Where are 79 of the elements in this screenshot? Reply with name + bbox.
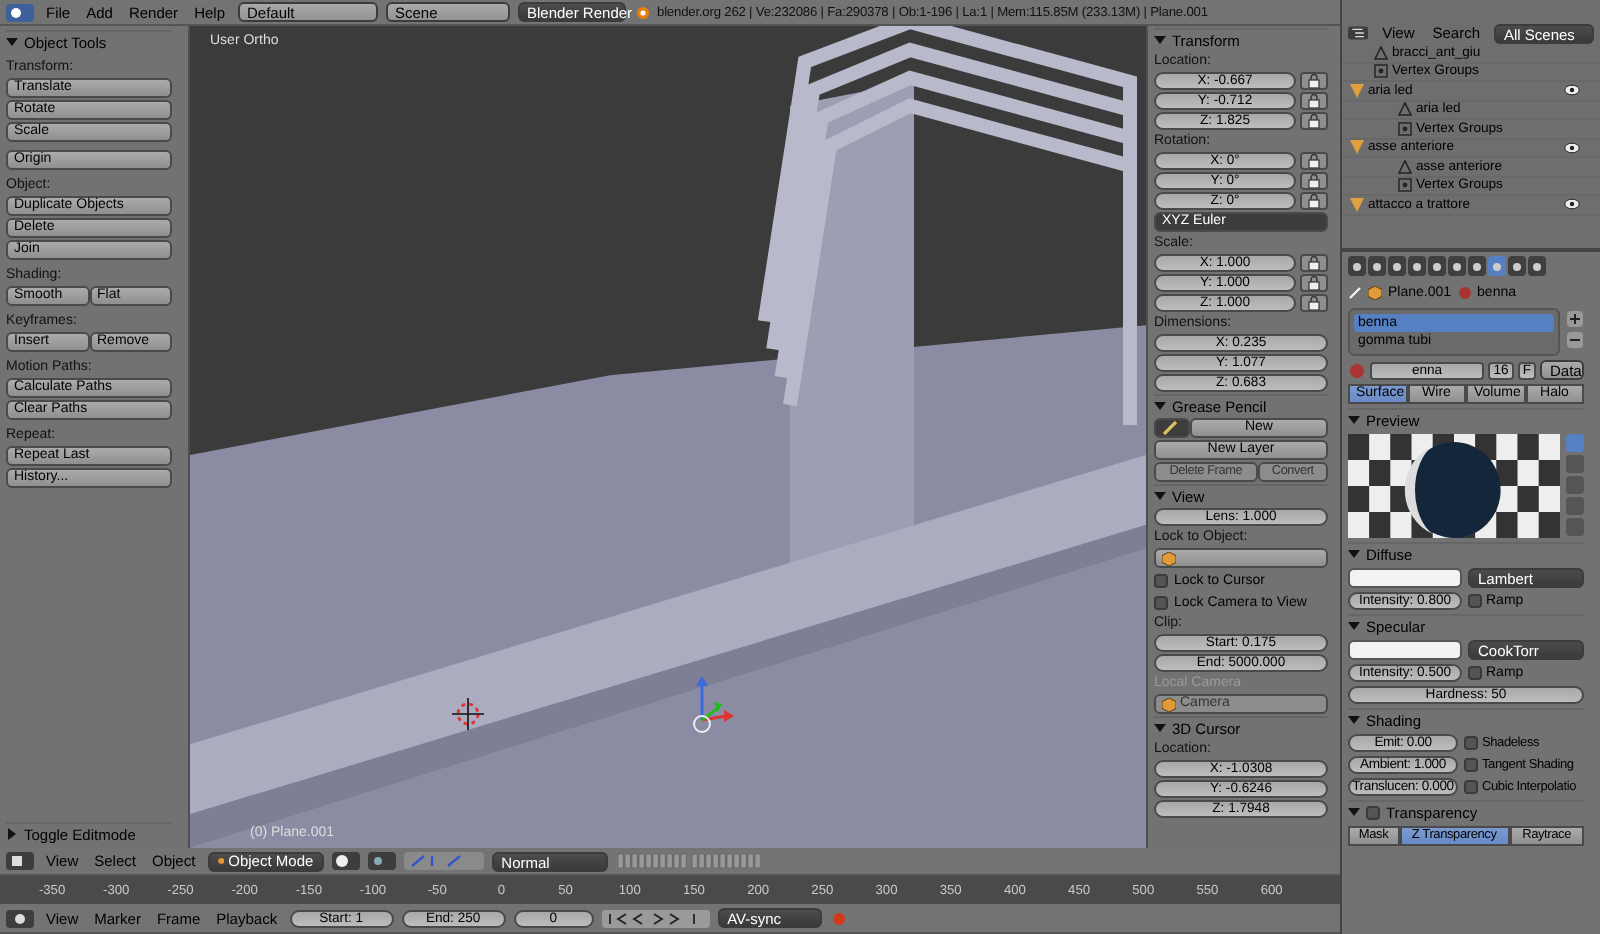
lock-button[interactable] [1300, 92, 1328, 110]
properties-tab-icon[interactable] [1468, 256, 1486, 276]
checkbox[interactable] [1366, 805, 1380, 819]
properties-tab-icon[interactable] [1448, 256, 1466, 276]
expand-triangle-icon [6, 828, 18, 840]
editor-type-icon[interactable] [1348, 24, 1369, 42]
expand-triangle-icon [1154, 490, 1166, 502]
properties-tab-icon[interactable] [1348, 256, 1366, 276]
checkbox[interactable] [1468, 594, 1482, 608]
properties-tab-icon[interactable] [1368, 256, 1386, 276]
lock-icon [1308, 256, 1320, 270]
lock-button[interactable] [1300, 112, 1328, 130]
lock-button[interactable] [1300, 274, 1328, 292]
cube-icon [217, 854, 225, 868]
properties-tab-icon[interactable] [1528, 256, 1546, 276]
lock-icon [1308, 94, 1320, 108]
checkbox[interactable] [1154, 595, 1168, 609]
checkbox[interactable] [1468, 666, 1482, 680]
mesh-icon [1398, 159, 1412, 174]
eye-icon[interactable] [1564, 141, 1580, 154]
eye-icon[interactable] [1564, 198, 1580, 211]
cube-icon [1162, 697, 1176, 711]
properties-tab-icon[interactable] [1508, 256, 1526, 276]
object-icon [1350, 140, 1364, 155]
viewport-shading-icon[interactable] [331, 852, 360, 870]
checkbox[interactable] [1464, 780, 1478, 794]
lock-button[interactable] [1300, 152, 1328, 170]
properties-tab-icon[interactable] [1408, 256, 1426, 276]
expand-triangle-icon [1348, 548, 1360, 560]
material-icon [1348, 361, 1366, 379]
expand-triangle-icon [1154, 722, 1166, 734]
mesh-icon [1398, 102, 1412, 117]
object-icon [1350, 83, 1364, 98]
properties-tab-icon[interactable] [1488, 256, 1506, 276]
transform-axes-icon [690, 676, 734, 736]
vertex-groups-icon [1374, 64, 1388, 79]
add-remove-icon[interactable] [1566, 310, 1584, 354]
lock-icon [1308, 154, 1320, 168]
editor-type-icon[interactable] [6, 852, 34, 870]
color-swatch[interactable] [1348, 640, 1462, 660]
lock-button[interactable] [1300, 254, 1328, 272]
lock-icon [1308, 74, 1320, 88]
lock-button[interactable] [1300, 294, 1328, 312]
properties-tab-icon[interactable] [1388, 256, 1406, 276]
lock-icon [1308, 276, 1320, 290]
expand-triangle-icon [1154, 34, 1166, 46]
pencil-button[interactable] [1154, 418, 1190, 438]
color-swatch[interactable] [1348, 568, 1462, 588]
lock-button[interactable] [1300, 172, 1328, 190]
pencil-icon [1162, 420, 1178, 436]
vertex-groups-icon [1398, 121, 1412, 136]
expand-triangle-icon [1348, 806, 1360, 818]
3d-cursor-icon [452, 698, 484, 730]
cube-icon [1162, 551, 1176, 565]
cube-icon [1368, 286, 1382, 300]
lock-icon [1308, 114, 1320, 128]
lock-button[interactable] [1300, 192, 1328, 210]
material-icon [1457, 286, 1472, 300]
properties-tab-icon[interactable] [1428, 256, 1446, 276]
object-field[interactable] [1154, 548, 1328, 568]
vertex-groups-icon [1398, 178, 1412, 193]
object-icon [1350, 197, 1364, 212]
expand-triangle-icon [1154, 400, 1166, 412]
lock-icon [1308, 174, 1320, 188]
checkbox[interactable] [1154, 573, 1168, 587]
lock-icon [1308, 194, 1320, 208]
editor-type-icon[interactable] [6, 909, 34, 927]
mesh-icon [1374, 45, 1388, 60]
lock-icon [1308, 296, 1320, 310]
expand-triangle-icon [1348, 414, 1360, 426]
playback-controls-icon[interactable] [601, 909, 710, 927]
expand-triangle-icon [1348, 620, 1360, 632]
checkbox[interactable] [1464, 758, 1478, 772]
lock-button[interactable] [1300, 72, 1328, 90]
eye-icon[interactable] [1564, 84, 1580, 97]
checkbox[interactable] [1464, 736, 1478, 750]
expand-triangle-icon [1348, 714, 1360, 726]
expand-triangle-icon [6, 36, 18, 48]
pivot-icon[interactable] [367, 852, 396, 870]
